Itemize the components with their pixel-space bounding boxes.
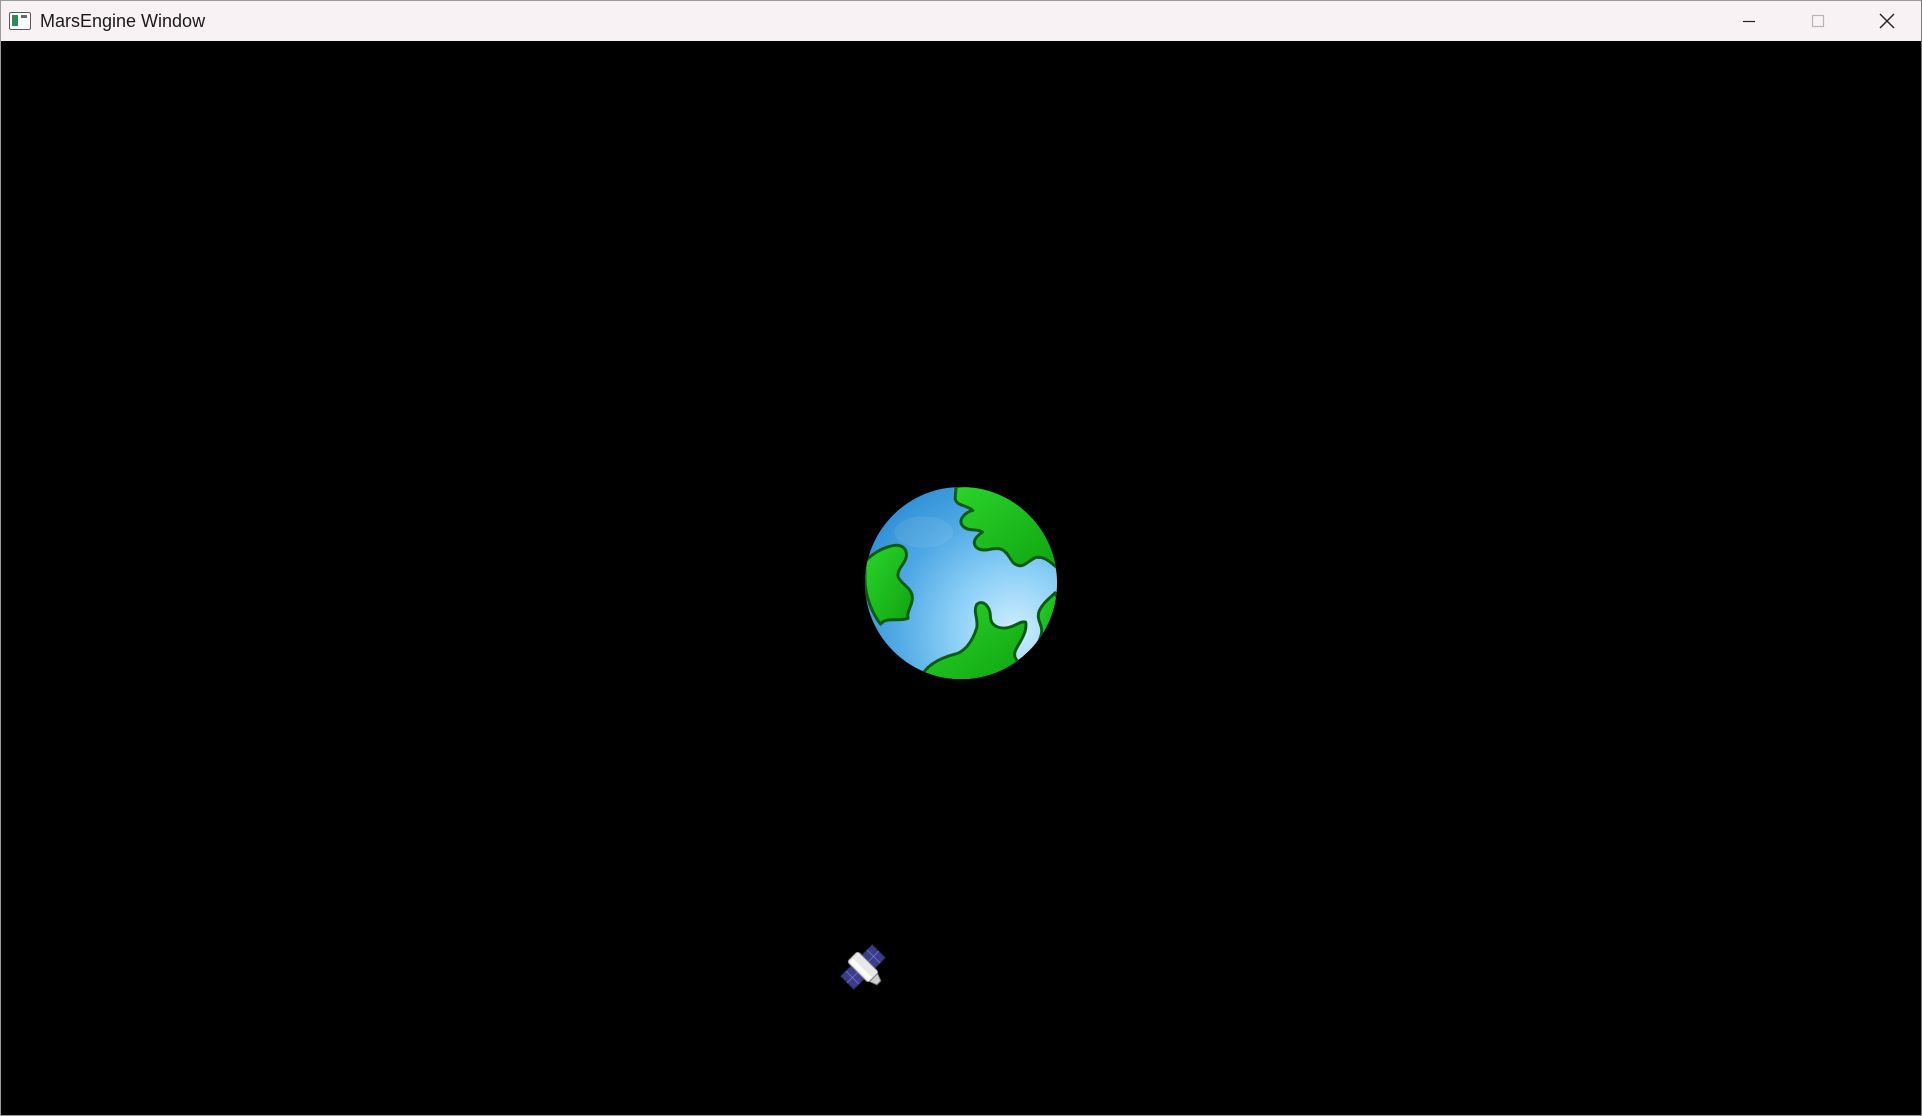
window-title: MarsEngine Window xyxy=(40,10,206,31)
maximize-icon xyxy=(1811,14,1824,28)
maximize-button[interactable] xyxy=(1783,1,1852,41)
game-canvas[interactable] xyxy=(1,41,1921,1115)
close-icon xyxy=(1879,13,1894,29)
minimize-button[interactable] xyxy=(1714,1,1783,41)
minimize-icon xyxy=(1742,20,1755,23)
app-window: MarsEngine Window xyxy=(0,0,1922,1116)
app-window-icon xyxy=(9,12,31,30)
window-controls xyxy=(1714,1,1921,41)
close-button[interactable] xyxy=(1852,1,1921,41)
satellite-icon xyxy=(839,943,887,991)
title-bar[interactable]: MarsEngine Window xyxy=(1,1,1921,41)
earth-icon xyxy=(864,486,1058,680)
